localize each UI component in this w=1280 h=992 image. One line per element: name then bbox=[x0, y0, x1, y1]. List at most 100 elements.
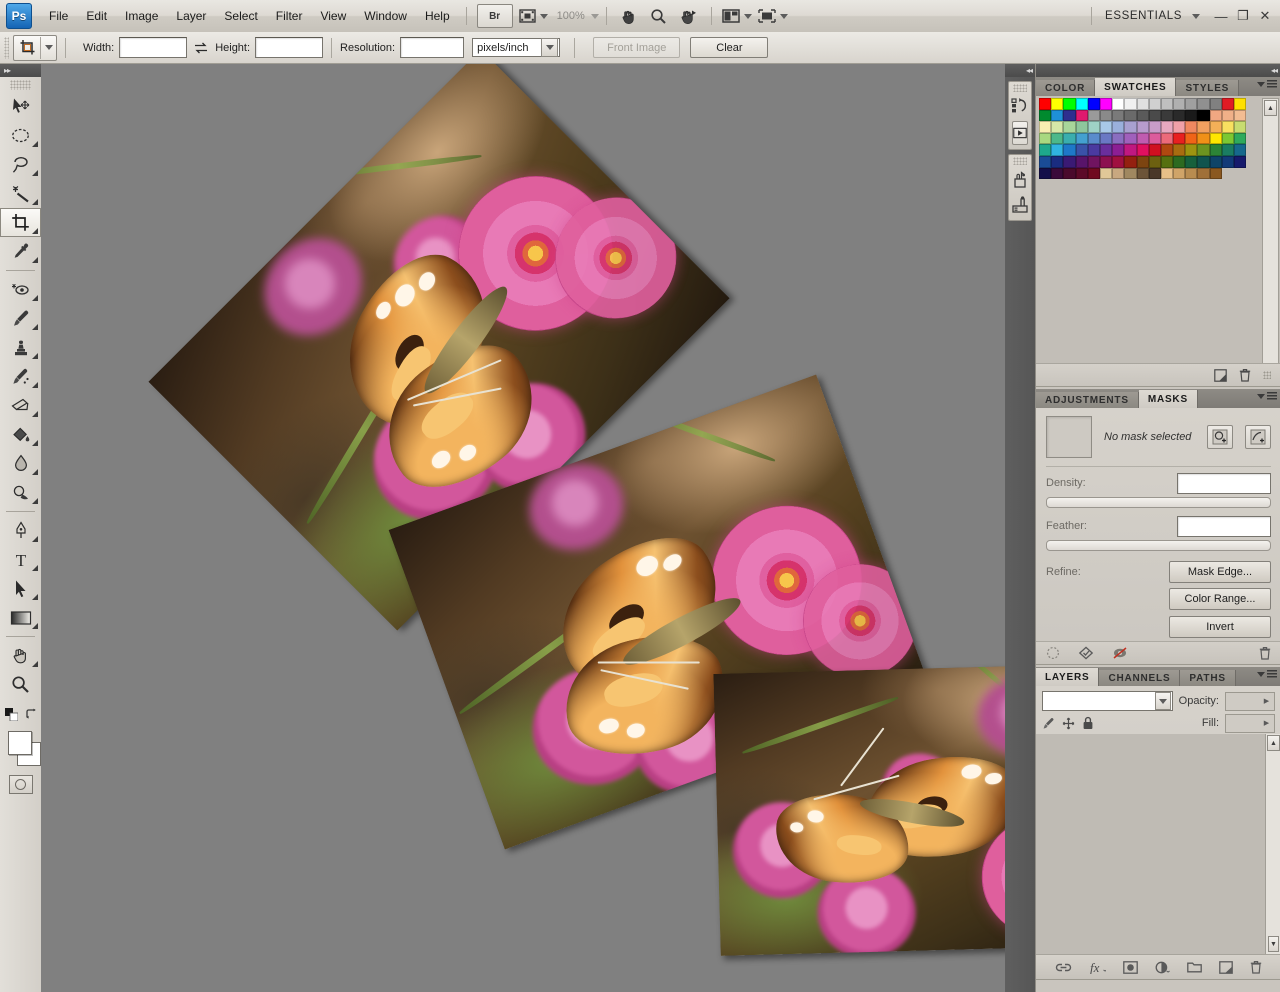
default-colors-icon[interactable] bbox=[4, 707, 18, 721]
color-swatch[interactable] bbox=[1112, 144, 1125, 156]
color-swatch[interactable] bbox=[1039, 144, 1052, 156]
restore-button[interactable]: ❐ bbox=[1232, 5, 1254, 27]
color-swatch[interactable] bbox=[1051, 98, 1064, 110]
tab-paths[interactable]: PATHS bbox=[1180, 670, 1236, 686]
color-swatch[interactable] bbox=[1160, 109, 1174, 122]
color-swatch[interactable] bbox=[1099, 167, 1113, 180]
add-vector-mask-icon[interactable] bbox=[1245, 425, 1271, 449]
color-swatch[interactable] bbox=[1124, 155, 1137, 168]
tool-pen[interactable] bbox=[0, 516, 41, 545]
color-swatch[interactable] bbox=[1112, 132, 1125, 145]
color-swatch[interactable] bbox=[1221, 98, 1234, 110]
dock-expand-button[interactable]: ◂◂ bbox=[1005, 64, 1035, 77]
tool-hand[interactable] bbox=[0, 641, 41, 670]
tool-gradient[interactable] bbox=[0, 603, 41, 632]
color-swatch[interactable] bbox=[1099, 144, 1113, 156]
color-swatch[interactable] bbox=[1197, 144, 1210, 156]
color-swatch[interactable] bbox=[1221, 109, 1234, 122]
menu-image[interactable]: Image bbox=[116, 6, 167, 26]
brush-presets-panel-icon[interactable] bbox=[1009, 192, 1031, 218]
new-group-icon[interactable] bbox=[1187, 961, 1202, 973]
tool-elliptical-marquee[interactable] bbox=[0, 121, 41, 150]
tab-swatches[interactable]: SWATCHES bbox=[1095, 78, 1177, 96]
color-swatch[interactable] bbox=[1185, 167, 1198, 180]
layers-list[interactable]: ▲ ▼ bbox=[1036, 734, 1280, 954]
color-swatch[interactable] bbox=[1173, 167, 1186, 180]
color-swatch[interactable] bbox=[1039, 109, 1052, 122]
layers-scrollbar[interactable]: ▲ ▼ bbox=[1265, 734, 1280, 954]
swatches-scrollbar[interactable]: ▲ ▼ bbox=[1262, 98, 1279, 384]
delete-layer-icon[interactable] bbox=[1250, 960, 1262, 974]
color-swatch[interactable] bbox=[1063, 98, 1076, 110]
tab-adjustments[interactable]: ADJUSTMENTS bbox=[1036, 392, 1139, 408]
workspace-switcher[interactable]: ESSENTIALS bbox=[1099, 8, 1188, 24]
color-swatch[interactable] bbox=[1148, 155, 1161, 168]
tool-zoom[interactable] bbox=[0, 670, 41, 699]
dock-group-grip[interactable] bbox=[1013, 84, 1027, 92]
tool-blur[interactable] bbox=[0, 449, 41, 478]
color-swatch[interactable] bbox=[1112, 98, 1125, 110]
mask-edge-button[interactable]: Mask Edge... bbox=[1169, 561, 1271, 583]
tool-dodge[interactable] bbox=[0, 478, 41, 507]
color-range-button[interactable]: Color Range... bbox=[1169, 588, 1271, 610]
new-layer-icon[interactable] bbox=[1219, 960, 1233, 974]
color-swatch[interactable] bbox=[1112, 121, 1125, 133]
rotate-view-tool-icon[interactable] bbox=[677, 5, 701, 27]
crop-height-input[interactable] bbox=[255, 37, 324, 58]
fill-stepper-icon[interactable]: ▶ bbox=[1261, 719, 1272, 727]
color-swatch[interactable] bbox=[1185, 132, 1198, 145]
color-swatch[interactable] bbox=[1063, 155, 1076, 168]
color-swatch[interactable] bbox=[1160, 132, 1174, 145]
color-swatch[interactable] bbox=[1209, 121, 1222, 133]
color-swatch[interactable] bbox=[1075, 144, 1088, 156]
color-swatch[interactable] bbox=[1087, 98, 1100, 110]
color-swatch[interactable] bbox=[1209, 144, 1222, 156]
minimize-button[interactable]: — bbox=[1210, 5, 1232, 27]
color-swatch[interactable] bbox=[1209, 155, 1222, 168]
color-swatch[interactable] bbox=[1099, 109, 1113, 122]
add-layer-mask-icon[interactable] bbox=[1123, 960, 1138, 974]
new-adjustment-layer-icon[interactable] bbox=[1155, 961, 1170, 974]
options-bar-grip[interactable] bbox=[4, 36, 9, 59]
delete-mask-icon[interactable] bbox=[1259, 646, 1271, 660]
lock-all-icon[interactable] bbox=[1082, 716, 1094, 730]
swap-width-height-icon[interactable] bbox=[194, 42, 208, 54]
color-swatch[interactable] bbox=[1185, 155, 1198, 168]
tool-move[interactable] bbox=[0, 92, 41, 121]
color-swatch[interactable] bbox=[1221, 144, 1234, 156]
color-swatch[interactable] bbox=[1099, 155, 1113, 168]
lock-transparency-icon[interactable] bbox=[1042, 717, 1055, 730]
color-swatch[interactable] bbox=[1124, 132, 1137, 145]
color-swatch[interactable] bbox=[1075, 132, 1088, 145]
color-swatch[interactable] bbox=[1063, 121, 1076, 133]
masks-panel-menu-button[interactable] bbox=[1257, 392, 1277, 400]
layer-style-fx-icon[interactable]: fx bbox=[1089, 960, 1106, 974]
color-swatch[interactable] bbox=[1039, 98, 1052, 110]
tab-color[interactable]: COLOR bbox=[1036, 80, 1096, 96]
color-swatch[interactable] bbox=[1185, 109, 1198, 122]
color-swatch[interactable] bbox=[1075, 109, 1088, 122]
layers-panel-menu-button[interactable] bbox=[1257, 670, 1277, 678]
current-tool-preset-picker[interactable] bbox=[13, 34, 57, 61]
color-swatch[interactable] bbox=[1185, 144, 1198, 156]
front-image-button[interactable]: Front Image bbox=[593, 37, 681, 58]
bridge-icon[interactable]: Br bbox=[476, 4, 513, 28]
color-swatch[interactable] bbox=[1112, 109, 1125, 122]
color-swatch[interactable] bbox=[1039, 121, 1052, 133]
history-panel-icon[interactable] bbox=[1009, 93, 1031, 119]
color-swatch[interactable] bbox=[1075, 167, 1088, 180]
color-swatch[interactable] bbox=[1087, 155, 1100, 168]
feather-input[interactable] bbox=[1177, 515, 1271, 537]
tab-channels[interactable]: CHANNELS bbox=[1099, 670, 1181, 686]
foreground-color-swatch[interactable] bbox=[8, 731, 32, 755]
tool-magic-wand[interactable] bbox=[0, 179, 41, 208]
panel-dock-collapse-button[interactable]: ◂◂ bbox=[1036, 64, 1280, 77]
color-swatch[interactable] bbox=[1051, 109, 1064, 122]
color-swatch[interactable] bbox=[1209, 132, 1222, 145]
link-layers-icon[interactable] bbox=[1055, 962, 1072, 973]
lock-position-icon[interactable] bbox=[1062, 717, 1075, 730]
tab-masks[interactable]: MASKS bbox=[1138, 390, 1198, 408]
add-pixel-mask-icon[interactable] bbox=[1207, 425, 1233, 449]
color-swatch[interactable] bbox=[1173, 121, 1186, 133]
blend-mode-select[interactable] bbox=[1042, 691, 1173, 711]
